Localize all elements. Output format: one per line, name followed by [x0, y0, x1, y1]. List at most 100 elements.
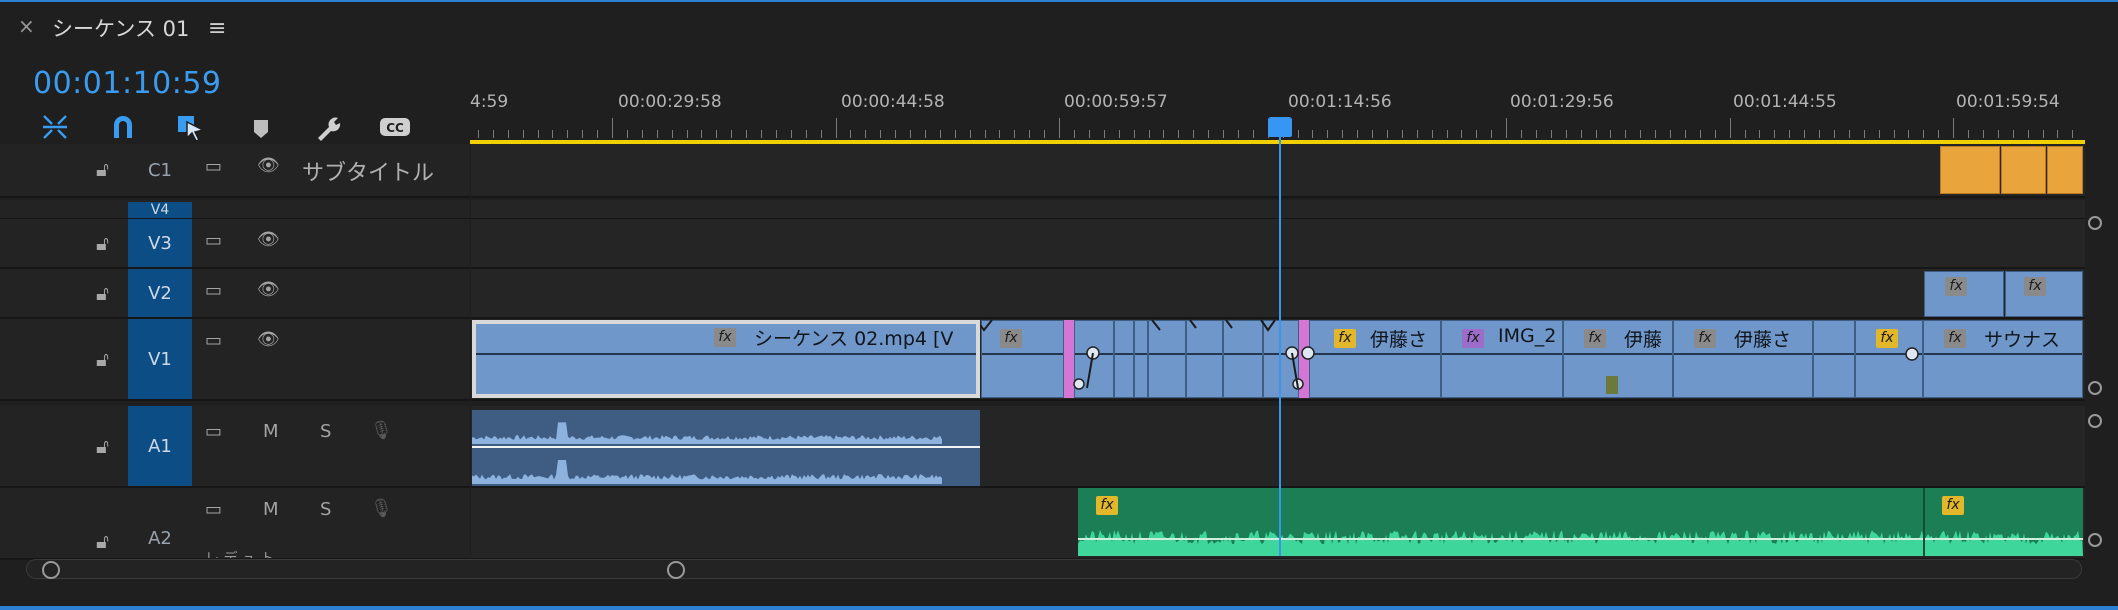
ruler-tick [1089, 130, 1090, 138]
fx-badge: fx [1876, 329, 1898, 348]
playhead-timecode[interactable]: 00:01:10:59 [33, 66, 222, 101]
lock-icon[interactable]: 🔓︎ [96, 434, 109, 458]
add-marker-icon[interactable] [243, 112, 279, 142]
zoom-scroll-left-handle[interactable] [42, 561, 60, 579]
video-clip[interactable]: fx 伊藤さ [1673, 320, 1813, 398]
lock-icon[interactable]: 🔓︎ [96, 281, 109, 305]
playhead-handle[interactable] [1268, 117, 1292, 137]
video-clip[interactable]: fx IMG_2 [1441, 320, 1563, 398]
track-name-a1[interactable]: A1 [128, 406, 192, 486]
track-name-v4[interactable]: V4 [128, 202, 192, 218]
video-clip[interactable]: fx 伊藤 [1563, 320, 1673, 398]
subtitle-clip[interactable] [2001, 146, 2046, 194]
mute-button[interactable]: M [263, 499, 279, 520]
audio-clip-green[interactable]: fx fx [1078, 488, 2083, 556]
playhead-line[interactable] [1279, 124, 1281, 556]
keyframe-overlay [980, 319, 1315, 390]
subtitle-clip[interactable] [2047, 146, 2083, 194]
ruler-tick [1774, 130, 1775, 138]
ruler-tick [642, 130, 643, 138]
ruler-tick [627, 130, 628, 138]
voiceover-mic-icon[interactable]: 🎙︎ [370, 498, 393, 519]
eye-icon[interactable]: 👁︎ [257, 329, 280, 350]
ruler-tick [1074, 130, 1075, 138]
close-panel-button[interactable]: × [18, 14, 35, 38]
ruler-tick [582, 130, 583, 138]
solo-button[interactable]: S [320, 421, 331, 442]
track-scroll-handle[interactable] [2088, 533, 2102, 547]
clip-name: 伊藤さ [1734, 329, 1792, 351]
video-clip[interactable]: fx [1924, 271, 2004, 317]
track-lane-c1[interactable] [471, 144, 2085, 198]
track-scroll-handle[interactable] [2088, 381, 2102, 395]
sync-lock-icon[interactable]: ▭ [205, 330, 222, 351]
lock-icon[interactable]: 🔓︎ [96, 347, 109, 371]
video-clip-selected[interactable]: fx シーケンス 02.mp4 [V [472, 320, 980, 398]
zoom-scroll-bar[interactable] [26, 559, 2082, 579]
keyframe [1905, 347, 1919, 361]
sync-lock-icon[interactable]: ▭ [205, 421, 222, 442]
zoom-scroll-right-handle[interactable] [667, 561, 685, 579]
track-scroll-handle[interactable] [2088, 216, 2102, 230]
ruler-tick [1029, 130, 1030, 138]
track-scroll-handle[interactable] [2088, 414, 2102, 428]
ruler-tick [1640, 130, 1641, 138]
panel-menu-icon[interactable]: ≡ [208, 16, 226, 41]
sequence-tab-title[interactable]: シーケンス 01 [52, 13, 189, 43]
solo-button[interactable]: S [320, 499, 331, 520]
track-name-v2[interactable]: V2 [128, 269, 192, 317]
audio-clip[interactable] [472, 410, 980, 486]
ruler-tick [850, 130, 851, 138]
ruler-tick [1134, 130, 1135, 138]
ruler-tick [1968, 130, 1969, 138]
ruler-tick [1387, 130, 1388, 138]
clip-edit-point [1923, 488, 1925, 556]
sync-lock-icon[interactable]: ▭ [205, 499, 222, 520]
lock-icon[interactable]: 🔓︎ [96, 529, 109, 553]
video-clip[interactable]: fx サウナス [1923, 320, 2083, 398]
ruler-tick [761, 130, 762, 138]
ruler-tick [538, 130, 539, 138]
voiceover-mic-icon[interactable]: 🎙︎ [370, 420, 393, 441]
clip-marker[interactable] [1606, 376, 1618, 394]
magnet-icon[interactable] [105, 112, 141, 142]
video-clip[interactable]: fx 伊藤さ [1309, 320, 1441, 398]
track-name-v1[interactable]: V1 [128, 319, 192, 399]
ruler-tick [716, 130, 717, 138]
sync-lock-icon[interactable]: ▭ [205, 230, 222, 251]
track-lane-v2[interactable] [471, 269, 2085, 319]
video-clip[interactable]: fx [2005, 271, 2083, 317]
lock-icon[interactable]: 🔓︎ [96, 157, 109, 181]
snap-icon[interactable] [37, 112, 73, 142]
ruler-tick [806, 130, 807, 138]
track-lane-v4[interactable] [471, 200, 2085, 220]
lock-icon[interactable]: 🔓︎ [96, 231, 109, 255]
subtitle-clip[interactable] [1940, 146, 2000, 194]
opacity-line [1814, 353, 1854, 355]
ruler-tick [836, 118, 837, 138]
track-name-v3[interactable]: V3 [128, 219, 192, 267]
ruler-tick [1014, 130, 1015, 138]
video-clip[interactable] [1813, 320, 1855, 398]
captions-icon[interactable]: CC [377, 112, 413, 142]
track-name-c1[interactable]: C1 [128, 154, 192, 186]
ruler-tick [1461, 130, 1462, 138]
wrench-icon[interactable] [310, 112, 346, 142]
eye-icon[interactable]: 👁︎ [257, 279, 280, 300]
opacity-line [1674, 353, 1812, 355]
ruler-tick [1476, 130, 1477, 138]
sync-lock-icon[interactable]: ▭ [205, 280, 222, 301]
eye-icon[interactable]: 👁︎ [257, 229, 280, 250]
track-name-a2[interactable]: A2 [128, 520, 192, 556]
ruler-tick [1596, 130, 1597, 138]
clip-name: サウナス [1984, 329, 2061, 351]
ruler-label: 00:01:44:55 [1733, 92, 1837, 112]
ruler-tick [1163, 130, 1164, 138]
track-lane-v3[interactable] [471, 219, 2085, 269]
eye-icon[interactable]: 👁︎ [257, 155, 280, 176]
ruler-tick [567, 130, 568, 138]
linked-selection-icon[interactable] [173, 112, 209, 142]
sync-lock-icon[interactable]: ▭ [205, 156, 222, 177]
ruler-tick [865, 130, 866, 138]
mute-button[interactable]: M [263, 421, 279, 442]
